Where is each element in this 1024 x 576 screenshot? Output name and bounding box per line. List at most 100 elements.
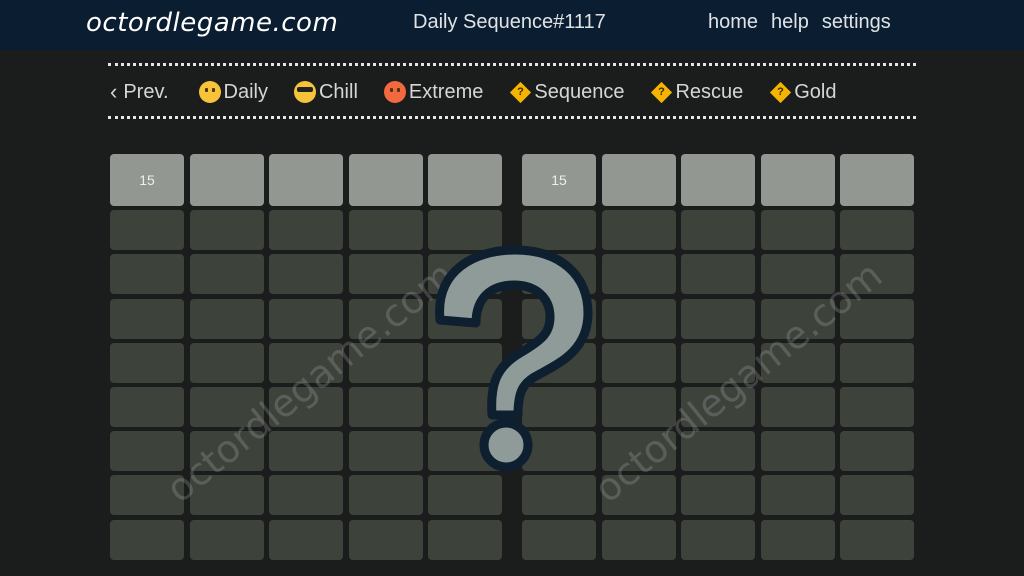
grid-cell[interactable] xyxy=(269,386,343,427)
grid-cell[interactable] xyxy=(189,210,264,251)
grid-cell[interactable] xyxy=(110,431,184,472)
grid-cell[interactable] xyxy=(840,210,914,251)
grid-cell[interactable] xyxy=(522,519,596,560)
grid-cell[interactable] xyxy=(760,254,835,295)
grid-cell[interactable] xyxy=(189,254,264,295)
hint-cell xyxy=(428,154,502,206)
grid-cell[interactable] xyxy=(681,298,755,339)
grid-cell[interactable] xyxy=(348,342,423,383)
grid-cell[interactable] xyxy=(681,475,755,516)
grid-cell[interactable] xyxy=(269,210,343,251)
nav-home-link[interactable]: home xyxy=(708,11,758,34)
prev-button[interactable]: ‹ Prev. xyxy=(110,79,169,105)
grid-cell[interactable] xyxy=(110,475,184,516)
grid-cell[interactable] xyxy=(601,342,676,383)
grid-cell[interactable] xyxy=(269,342,343,383)
grid-cell[interactable] xyxy=(840,298,914,339)
grid-cell[interactable] xyxy=(348,475,423,516)
mode-gold[interactable]: ? Gold xyxy=(769,81,837,104)
grid-cell[interactable] xyxy=(428,298,502,339)
grid-cell[interactable] xyxy=(189,298,264,339)
grid-cell[interactable] xyxy=(601,519,676,560)
grid-cell[interactable] xyxy=(601,475,676,516)
grid-cell[interactable] xyxy=(110,519,184,560)
grid-cell[interactable] xyxy=(760,431,835,472)
grid-cell[interactable] xyxy=(189,475,264,516)
grid-cell[interactable] xyxy=(189,386,264,427)
grid-cell[interactable] xyxy=(269,431,343,472)
grid-cell[interactable] xyxy=(760,386,835,427)
grid-cell[interactable] xyxy=(760,519,835,560)
hint-cell xyxy=(601,154,676,206)
grid-cell[interactable] xyxy=(681,519,755,560)
grid-cell[interactable] xyxy=(522,342,596,383)
grid-cell[interactable] xyxy=(522,298,596,339)
grid-cell[interactable] xyxy=(840,519,914,560)
grid-cell[interactable] xyxy=(428,519,502,560)
grid-cell[interactable] xyxy=(681,254,755,295)
grid-cell[interactable] xyxy=(840,475,914,516)
grid-cell[interactable] xyxy=(601,210,676,251)
top-bar: octordlegame.com Daily Sequence#1117 hom… xyxy=(0,0,1024,50)
grid-cell[interactable] xyxy=(110,386,184,427)
question-diamond-icon: ? xyxy=(770,81,792,103)
grid-cell[interactable] xyxy=(189,342,264,383)
grid-cell[interactable] xyxy=(601,386,676,427)
grid-cell[interactable] xyxy=(348,210,423,251)
grid-cell[interactable] xyxy=(348,254,423,295)
grid-cell[interactable] xyxy=(110,254,184,295)
grid-cell[interactable] xyxy=(522,475,596,516)
grid-cell[interactable] xyxy=(760,298,835,339)
mode-daily[interactable]: Daily xyxy=(198,81,268,104)
grid-cell[interactable] xyxy=(428,342,502,383)
grid-cell[interactable] xyxy=(348,386,423,427)
grid-cell[interactable] xyxy=(522,254,596,295)
grid-cell[interactable] xyxy=(348,298,423,339)
mode-chill[interactable]: Chill xyxy=(293,81,358,104)
grid-cell[interactable] xyxy=(840,431,914,472)
grid-cell[interactable] xyxy=(681,431,755,472)
hint-cell xyxy=(760,154,835,206)
grid-cell[interactable] xyxy=(269,475,343,516)
site-brand[interactable]: octordlegame.com xyxy=(86,8,338,38)
grid-cell[interactable] xyxy=(269,254,343,295)
bottom-divider xyxy=(108,116,916,119)
hint-cell: 15 xyxy=(522,154,596,206)
grid-cell[interactable] xyxy=(681,342,755,383)
nav-help-link[interactable]: help xyxy=(771,11,809,34)
grid-cell[interactable] xyxy=(189,431,264,472)
grid-cell[interactable] xyxy=(428,431,502,472)
grid-cell[interactable] xyxy=(601,298,676,339)
mode-rescue[interactable]: ? Rescue xyxy=(650,81,743,104)
grid-cell[interactable] xyxy=(269,519,343,560)
grid-cell[interactable] xyxy=(189,519,264,560)
nav-settings-link[interactable]: settings xyxy=(822,11,891,34)
grid-cell[interactable] xyxy=(269,298,343,339)
grid-cell[interactable] xyxy=(601,254,676,295)
grid-cell[interactable] xyxy=(522,431,596,472)
grid-cell[interactable] xyxy=(840,342,914,383)
hint-cell xyxy=(269,154,343,206)
mode-bar: ‹ Prev. Daily Chill Extreme ? Sequence ?… xyxy=(110,76,863,108)
grid-cell[interactable] xyxy=(428,475,502,516)
grid-cell[interactable] xyxy=(760,210,835,251)
grid-cell[interactable] xyxy=(681,386,755,427)
mode-sequence[interactable]: ? Sequence xyxy=(509,81,624,104)
grid-cell[interactable] xyxy=(428,254,502,295)
grid-cell[interactable] xyxy=(601,431,676,472)
grid-cell[interactable] xyxy=(522,210,596,251)
mode-extreme[interactable]: Extreme xyxy=(383,81,483,104)
grid-cell[interactable] xyxy=(348,519,423,560)
grid-cell[interactable] xyxy=(681,210,755,251)
grid-cell[interactable] xyxy=(522,386,596,427)
grid-cell[interactable] xyxy=(110,342,184,383)
grid-cell[interactable] xyxy=(110,210,184,251)
grid-cell[interactable] xyxy=(840,386,914,427)
grid-cell[interactable] xyxy=(348,431,423,472)
grid-cell[interactable] xyxy=(760,342,835,383)
grid-cell[interactable] xyxy=(840,254,914,295)
grid-cell[interactable] xyxy=(110,298,184,339)
grid-cell[interactable] xyxy=(428,386,502,427)
grid-cell[interactable] xyxy=(760,475,835,516)
grid-cell[interactable] xyxy=(428,210,502,251)
